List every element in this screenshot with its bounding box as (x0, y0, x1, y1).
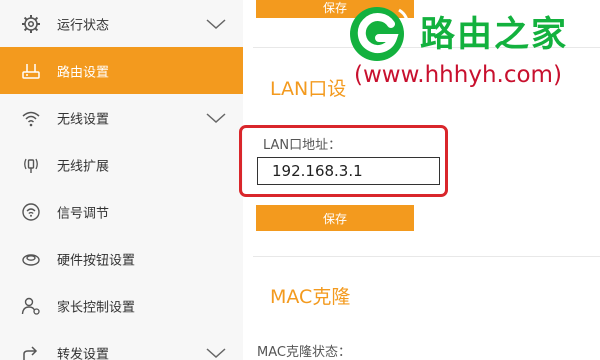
sidebar-item-label: 无线扩展 (57, 159, 110, 174)
watermark-logo-icon (343, 4, 413, 64)
sidebar-item-label: 路由设置 (57, 65, 110, 80)
divider (253, 256, 600, 257)
sidebar-item-wireless-settings[interactable]: 无线设置 (0, 94, 243, 141)
sidebar-item-forward-settings[interactable]: 转发设置 (0, 329, 243, 360)
watermark-title: 路由之家 (420, 15, 569, 55)
sidebar-item-label: 硬件按钮设置 (57, 253, 136, 268)
gear-icon (21, 14, 41, 34)
sidebar-item-label: 信号调节 (57, 206, 110, 221)
signal-icon (21, 202, 41, 222)
wireless-extend-icon (21, 155, 41, 175)
sidebar-item-signal-adjust[interactable]: 信号调节 (0, 188, 243, 235)
sidebar-item-label: 运行状态 (57, 18, 110, 33)
chevron-down-icon[interactable] (205, 346, 227, 360)
sidebar-item-routing-settings[interactable]: 路由设置 (0, 47, 243, 94)
sidebar-item-label: 无线设置 (57, 112, 110, 127)
sidebar-item-hardware-button[interactable]: 硬件按钮设置 (0, 235, 243, 282)
lan-section-title: LAN口设 (270, 78, 347, 100)
router-icon (21, 61, 41, 81)
save-button[interactable]: 保存 (256, 205, 414, 231)
mac-section-title: MAC克隆 (270, 286, 351, 308)
mac-status-label: MAC克隆状态： (257, 345, 351, 360)
forward-icon (21, 343, 41, 360)
sidebar-item-running-status[interactable]: 运行状态 (0, 0, 243, 47)
sidebar-item-label: 家长控制设置 (57, 300, 136, 315)
sidebar-item-parental-control[interactable]: 家长控制设置 (0, 282, 243, 329)
hardware-button-icon (21, 249, 41, 269)
sidebar-item-wireless-extension[interactable]: 无线扩展 (0, 141, 243, 188)
chevron-down-icon[interactable] (205, 17, 227, 31)
sidebar: 运行状态 路由设置 无线设置 无线扩展 信号调节 硬件按钮设置 家长控制设置 转… (0, 0, 243, 360)
sidebar-item-label: 转发设置 (57, 347, 110, 360)
parental-control-icon (21, 296, 41, 316)
chevron-down-icon[interactable] (205, 111, 227, 125)
watermark-url: (www.hhhyh.com) (354, 62, 562, 88)
wifi-icon (21, 108, 41, 128)
highlight-frame (239, 125, 448, 197)
